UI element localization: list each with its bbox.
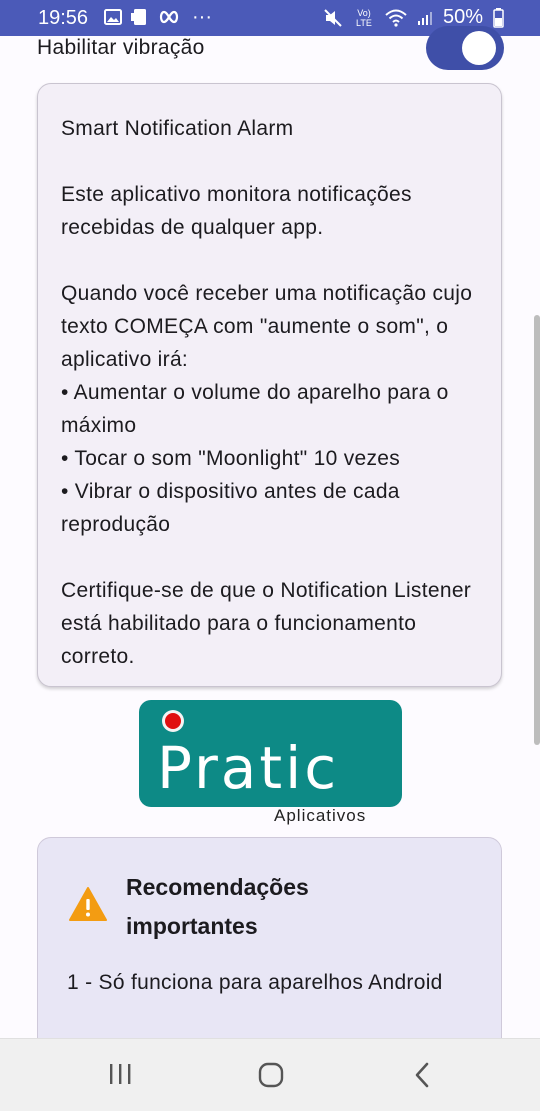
- infinity-icon: [159, 10, 179, 24]
- info-bullet-1: • Aumentar o volume do aparelho para o m…: [61, 381, 449, 437]
- recents-button[interactable]: [108, 1061, 132, 1087]
- clock: 19:56: [38, 7, 89, 29]
- logo-wordmark: Pratic: [157, 734, 340, 802]
- pratic-logo: Pratic Aplicativos: [138, 700, 402, 828]
- logo-badge: Pratic: [139, 700, 402, 807]
- mute-icon: [324, 8, 342, 27]
- notification-icons: ···: [104, 6, 212, 28]
- scrollbar[interactable]: [534, 315, 540, 745]
- vibration-label: Habilitar vibração: [37, 36, 205, 59]
- logo-subtitle: Aplicativos: [274, 806, 367, 825]
- info-card: Smart Notification Alarm Este aplicativo…: [37, 83, 502, 687]
- info-bullet-3: • Vibrar o dispositivo antes de cada rep…: [61, 480, 400, 536]
- info-paragraph-2: Quando você receber uma notificação cujo…: [61, 282, 473, 371]
- logo-red-dot: [165, 713, 181, 729]
- recommendation-item: 1 - Só funciona para aparelhos Android: [67, 971, 443, 994]
- home-button[interactable]: [257, 1061, 285, 1089]
- back-button[interactable]: [412, 1061, 432, 1089]
- cast-icon: [131, 9, 146, 25]
- info-text: Smart Notification Alarm Este aplicativo…: [61, 112, 491, 673]
- volte-icon: Vo) LTE: [356, 7, 372, 28]
- toggle-knob: [462, 31, 496, 65]
- more-icon: ···: [192, 6, 212, 28]
- info-bullet-2: • Tocar o som "Moonlight" 10 vezes: [61, 447, 401, 470]
- signal-icon: [417, 11, 432, 25]
- battery-icon: [493, 7, 504, 28]
- wifi-icon: [385, 9, 407, 27]
- info-paragraph-3: Certifique-se de que o Notification List…: [61, 579, 472, 668]
- image-icon: [104, 9, 122, 25]
- navigation-bar: [0, 1038, 540, 1111]
- recommendations-title: Recomendações importantes: [126, 874, 309, 939]
- vibration-toggle[interactable]: [426, 26, 504, 70]
- info-paragraph-1: Este aplicativo monitora notificações re…: [61, 183, 412, 239]
- warning-icon: [69, 887, 107, 921]
- app-title: Smart Notification Alarm: [61, 117, 294, 140]
- vibration-setting-row: Habilitar vibração: [0, 26, 540, 76]
